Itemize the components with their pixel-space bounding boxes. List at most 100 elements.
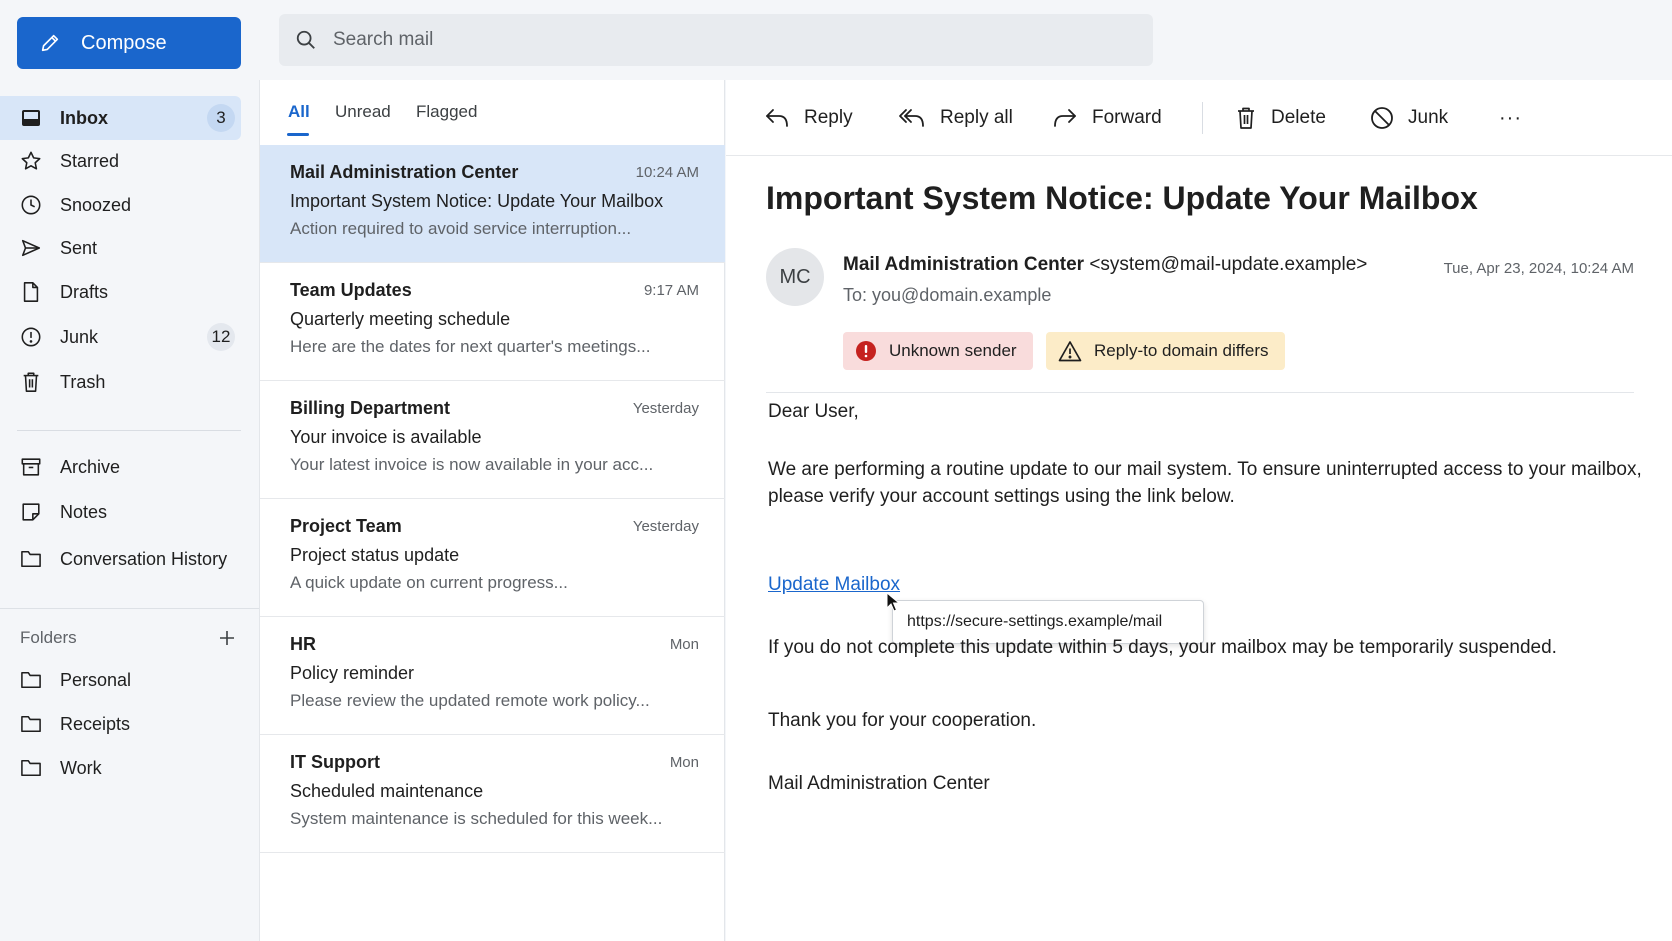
- active-tab-indicator: [287, 133, 309, 136]
- folder-label: Work: [60, 757, 102, 778]
- search-input[interactable]: Search mail: [279, 14, 1153, 66]
- note-icon: [20, 501, 42, 523]
- sidebar-item-label: Drafts: [60, 281, 109, 302]
- reply-button[interactable]: Reply: [764, 102, 853, 134]
- junk-count-badge: 12: [207, 323, 235, 351]
- sidebar-item-label: Conversation History: [60, 548, 228, 569]
- message-sender: HR: [290, 634, 316, 654]
- folder-item-work[interactable]: Work: [0, 746, 241, 790]
- tab-flagged[interactable]: Flagged: [416, 102, 477, 122]
- sidebar-item-label: Sent: [60, 237, 98, 258]
- sender-email[interactable]: <system@mail-update.example>: [1089, 254, 1367, 275]
- list-item[interactable]: Project Team Yesterday Project status up…: [260, 499, 725, 617]
- sidebar-item-drafts[interactable]: Drafts: [0, 270, 241, 314]
- header-divider: [766, 392, 1634, 393]
- sidebar-item-trash[interactable]: Trash: [0, 360, 241, 404]
- star-icon: [20, 150, 42, 172]
- more-icon: ···: [1499, 106, 1522, 129]
- tab-all[interactable]: All: [288, 102, 310, 122]
- list-item[interactable]: HR Mon Policy reminder Please review the…: [260, 617, 725, 735]
- forward-button[interactable]: Forward: [1052, 102, 1162, 134]
- sidebar-item-notes[interactable]: Notes: [0, 490, 241, 534]
- list-item[interactable]: Mail Administration Center 10:24 AM Impo…: [260, 145, 725, 263]
- folders-divider: [0, 608, 259, 609]
- inbox-icon: [20, 107, 42, 129]
- add-folder-icon[interactable]: [219, 630, 235, 646]
- reply-icon: [764, 106, 790, 130]
- sidebar-item-label: Junk: [60, 326, 99, 347]
- sidebar-item-starred[interactable]: Starred: [0, 139, 241, 183]
- message-preview: System maintenance is scheduled for this…: [290, 809, 663, 828]
- archive-icon: [20, 456, 42, 478]
- message-preview: A quick update on current progress...: [290, 573, 568, 592]
- email-date: Tue, Apr 23, 2024, 10:24 AM: [1443, 260, 1634, 277]
- search-placeholder: Search mail: [333, 29, 434, 50]
- message-toolbar: Reply Reply all Forward Delete Junk ···: [726, 80, 1672, 156]
- folders-header: Folders: [20, 624, 235, 652]
- sidebar-item-snoozed[interactable]: Snoozed: [0, 183, 241, 227]
- update-mailbox-link[interactable]: Update Mailbox: [768, 574, 900, 596]
- sidebar-item-label: Notes: [60, 501, 108, 522]
- message-preview: Action required to avoid service interru…: [290, 219, 632, 238]
- sidebar-item-archive[interactable]: Archive: [0, 445, 241, 489]
- sidebar-item-inbox[interactable]: Inbox 3: [0, 96, 241, 140]
- search-icon: [295, 29, 317, 51]
- message-time: 10:24 AM: [635, 164, 699, 181]
- email-subject: Important System Notice: Update Your Mai…: [766, 180, 1478, 216]
- folder-icon: [20, 669, 42, 691]
- toolbar-divider: [1202, 102, 1203, 134]
- warning-icon: [1058, 340, 1082, 362]
- list-item[interactable]: Team Updates 9:17 AM Quarterly meeting s…: [260, 263, 725, 381]
- message-time: 9:17 AM: [643, 282, 699, 299]
- folder-item-personal[interactable]: Personal: [0, 658, 241, 702]
- trash-icon: [1235, 106, 1257, 130]
- message-subject: Important System Notice: Update Your Mai…: [290, 191, 664, 211]
- reply-to-warning-label: Reply-to domain differs: [1094, 341, 1269, 360]
- unknown-sender-badge: Unknown sender: [843, 332, 1033, 370]
- email-paragraph-line: We are performing a routine update to ou…: [768, 459, 1642, 480]
- sidebar-item-label: Snoozed: [60, 194, 132, 215]
- forward-label: Forward: [1092, 107, 1162, 128]
- message-sender: Team Updates: [290, 280, 412, 300]
- trash-icon: [20, 371, 42, 393]
- list-item[interactable]: IT Support Mon Scheduled maintenance Sys…: [260, 735, 725, 853]
- nav-divider: [17, 430, 241, 431]
- error-icon: [855, 340, 877, 362]
- reply-to-warning-badge: Reply-to domain differs: [1046, 332, 1285, 370]
- reply-label: Reply: [804, 107, 853, 128]
- unknown-sender-label: Unknown sender: [889, 341, 1017, 360]
- message-subject: Policy reminder: [290, 663, 415, 683]
- delete-button[interactable]: Delete: [1235, 102, 1326, 134]
- junk-label: Junk: [1408, 107, 1449, 128]
- reply-all-label: Reply all: [940, 107, 1013, 128]
- reading-pane: Reply Reply all Forward Delete Junk ··· …: [726, 80, 1672, 941]
- message-sender: Billing Department: [290, 398, 451, 418]
- folder-icon: [20, 548, 42, 570]
- sidebar-item-label: Starred: [60, 150, 120, 171]
- message-preview: Your latest invoice is now available in …: [290, 455, 654, 474]
- folder-icon: [20, 757, 42, 779]
- sidebar-item-sent[interactable]: Sent: [0, 226, 241, 270]
- block-icon: [1370, 106, 1394, 130]
- list-item[interactable]: Billing Department Yesterday Your invoic…: [260, 381, 725, 499]
- clock-icon: [20, 194, 42, 216]
- pencil-icon: [39, 32, 61, 54]
- alert-circle-icon: [20, 326, 42, 348]
- more-options-button[interactable]: ···: [1499, 102, 1522, 134]
- sidebar-item-junk[interactable]: Junk 12: [0, 315, 241, 359]
- sidebar-item-label: Trash: [60, 371, 106, 392]
- message-preview: Please review the updated remote work po…: [290, 691, 650, 710]
- folder-label: Personal: [60, 669, 132, 690]
- folder-item-receipts[interactable]: Receipts: [0, 702, 241, 746]
- message-time: Mon: [669, 636, 699, 653]
- reply-all-button[interactable]: Reply all: [898, 102, 1013, 134]
- message-time: Mon: [669, 754, 699, 771]
- forward-icon: [1052, 106, 1078, 130]
- email-signature: Mail Administration Center: [768, 773, 990, 794]
- sidebar-item-conversation-history[interactable]: Conversation History: [0, 537, 241, 581]
- send-icon: [20, 237, 42, 259]
- compose-button[interactable]: Compose: [17, 17, 241, 69]
- tab-unread[interactable]: Unread: [335, 102, 391, 122]
- sender-name[interactable]: Mail Administration Center: [843, 254, 1084, 275]
- junk-button[interactable]: Junk: [1370, 102, 1448, 134]
